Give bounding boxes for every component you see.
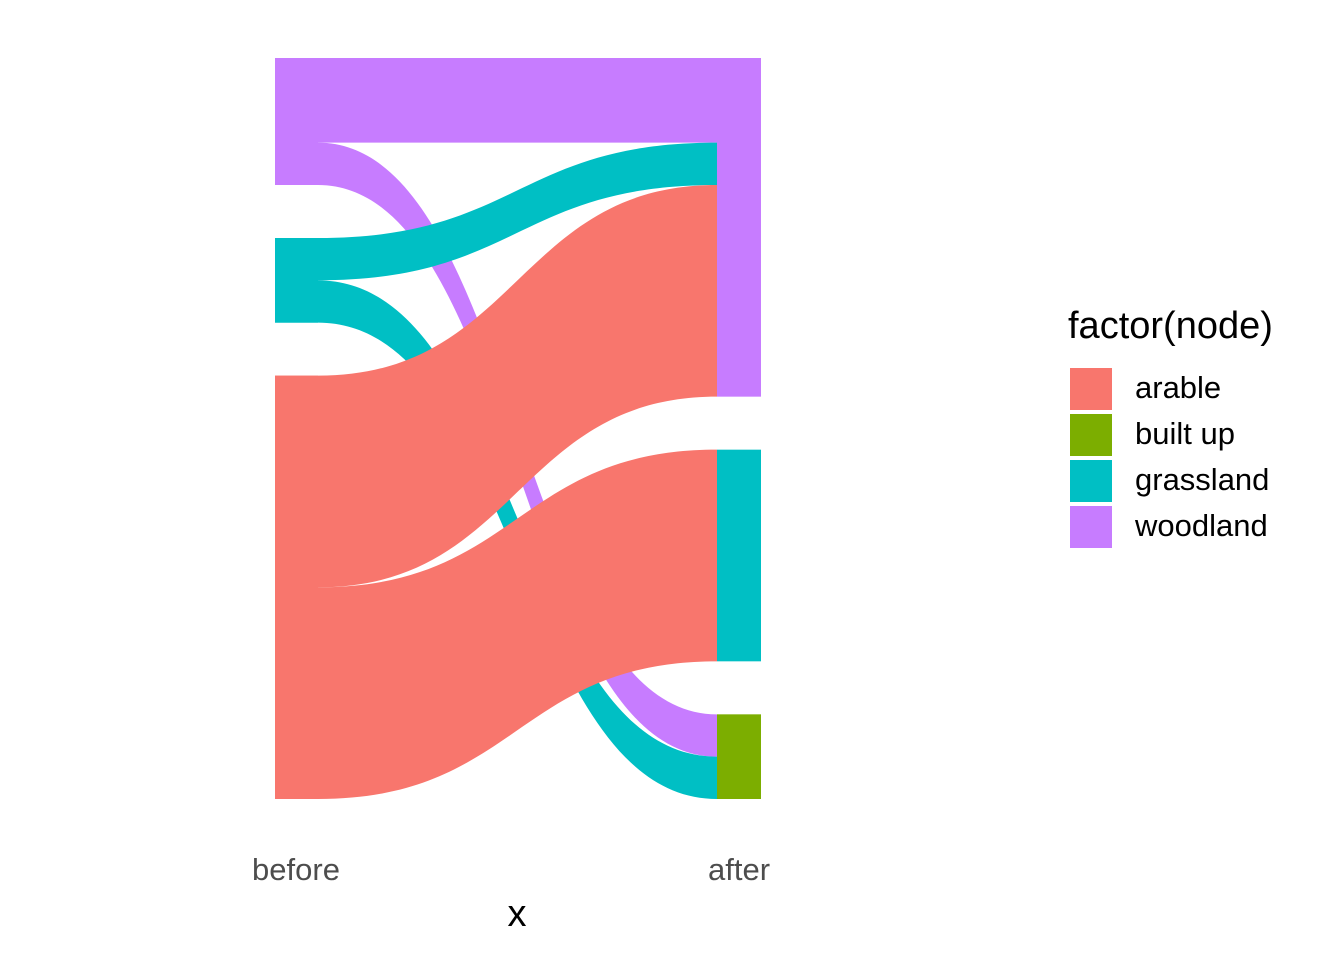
legend-item-built-up: built up (1068, 414, 1273, 460)
legend-title: factor(node) (1068, 305, 1273, 347)
node-before-grassland (275, 238, 318, 323)
node-before-woodland (275, 58, 318, 185)
node-after-built-up (717, 714, 761, 799)
legend-items: arable built up grassland woodland (1068, 368, 1273, 552)
legend-swatch (1070, 414, 1112, 456)
legend-item-arable: arable (1068, 368, 1273, 414)
legend-label: built up (1135, 416, 1235, 451)
legend-label: arable (1135, 370, 1222, 405)
flow-woodland-to-woodland (275, 58, 717, 143)
x-axis-title: x (507, 893, 527, 935)
flows-layer (275, 58, 717, 799)
legend-item-woodland: woodland (1068, 506, 1273, 552)
legend: factor(node) arable built up grassland wood… (1068, 305, 1273, 552)
x-tick-label-after: after (707, 852, 771, 887)
legend-label: grassland (1135, 462, 1270, 497)
x-tick-label-before: before (252, 852, 340, 887)
node-before-arable (275, 375, 318, 799)
legend-label: woodland (1135, 508, 1268, 543)
node-after-grassland (717, 449, 761, 662)
legend-swatch (1070, 506, 1112, 548)
node-after-woodland (717, 58, 761, 397)
legend-swatch (1070, 368, 1112, 410)
legend-swatch (1070, 460, 1112, 502)
legend-item-grassland: grassland (1068, 460, 1273, 506)
